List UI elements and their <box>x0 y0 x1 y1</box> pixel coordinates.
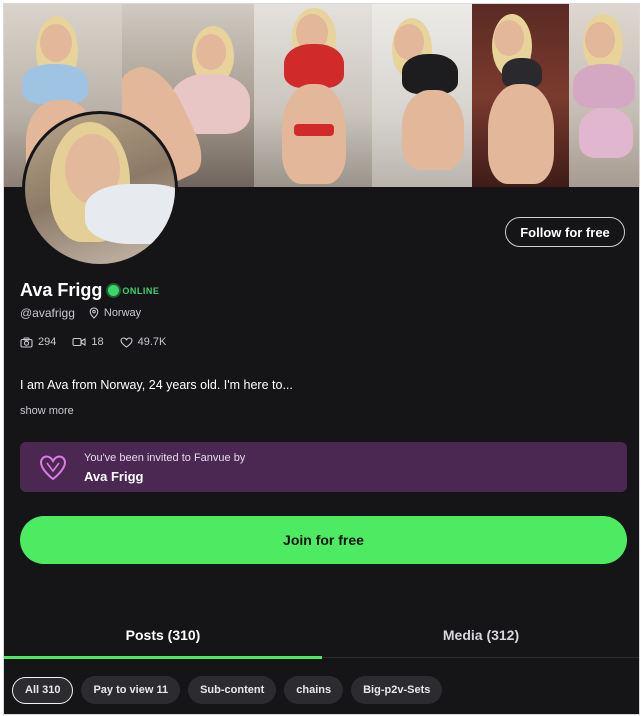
follow-for-free-button[interactable]: Follow for free <box>505 217 625 247</box>
video-icon <box>72 337 86 347</box>
inviter-name: Ava Frigg <box>84 469 144 484</box>
show-more-link[interactable]: show more <box>20 405 74 417</box>
cover-photo-3 <box>254 4 372 187</box>
handle-row: @avafrigg Norway <box>20 306 141 320</box>
online-status-dot-icon <box>108 285 120 296</box>
photos-count: 294 <box>38 336 57 348</box>
likes-count: 49.7K <box>137 336 167 348</box>
invite-text: You've been invited to Fanvue by <box>84 452 246 464</box>
videos-count: 18 <box>91 336 104 348</box>
join-for-free-button[interactable]: Join for free <box>20 516 627 564</box>
profile-name: Ava Frigg <box>20 280 103 300</box>
filter-chip-chains[interactable]: chains <box>284 676 344 704</box>
fanvue-heart-icon <box>39 455 67 481</box>
tab-posts[interactable]: Posts (310) <box>4 627 322 643</box>
active-tab-indicator <box>4 656 322 659</box>
tab-media[interactable]: Media (312) <box>322 627 639 643</box>
camera-icon <box>20 337 33 348</box>
profile-handle: @avafrigg <box>20 306 75 320</box>
name-row: Ava Frigg ONLINE <box>20 280 159 301</box>
profile-bio: I am Ava from Norway, 24 years old. I'm … <box>20 378 293 392</box>
filter-chip-pay-to-view[interactable]: Pay to view 11 <box>81 676 181 704</box>
cover-photo-4 <box>372 4 472 187</box>
filter-chip-sub-content[interactable]: Sub-content <box>188 676 277 704</box>
filter-chip-all[interactable]: All 310 <box>12 676 74 704</box>
location-pin-icon <box>89 307 99 319</box>
stats-row: 294 18 49.7K <box>20 336 182 348</box>
avatar[interactable] <box>22 111 178 267</box>
profile-page: Follow for free Ava Frigg ONLINE @avafri… <box>3 3 640 715</box>
heart-icon <box>120 336 133 348</box>
cover-photo-5 <box>472 4 569 187</box>
filter-chips: All 310 Pay to view 11 Sub-content chain… <box>12 676 450 704</box>
online-status-label: ONLINE <box>122 285 160 296</box>
invite-banner: You've been invited to Fanvue by Ava Fri… <box>20 442 627 492</box>
filter-chip-big-p2v-sets[interactable]: Big-p2v-Sets <box>351 676 443 704</box>
content-tabs: Posts (310) Media (312) <box>4 619 639 659</box>
photos-stat: 294 <box>20 336 56 348</box>
profile-location: Norway <box>103 307 142 319</box>
cover-photo-6 <box>569 4 639 187</box>
videos-stat: 18 <box>72 336 104 348</box>
likes-stat: 49.7K <box>120 336 167 348</box>
